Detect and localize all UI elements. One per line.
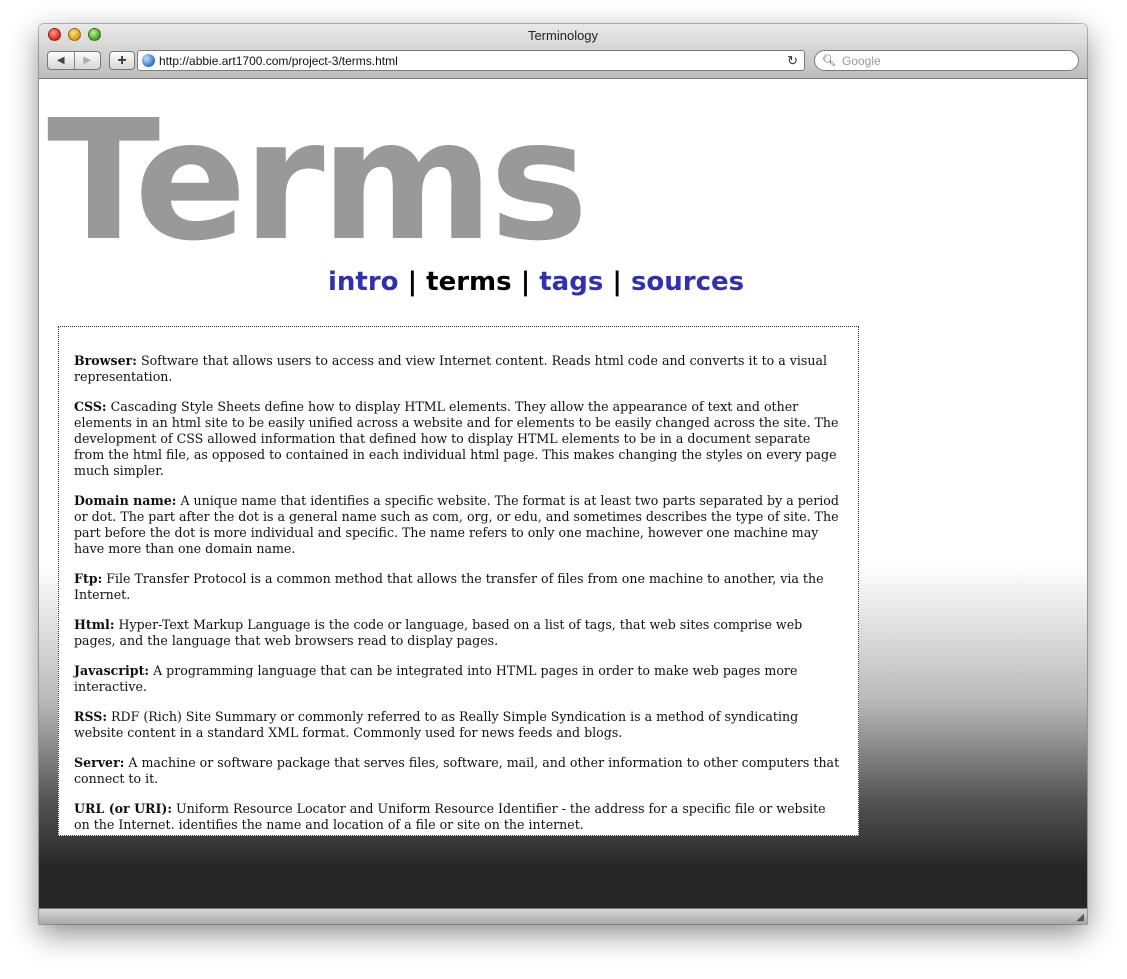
nav-link-sources[interactable]: sources bbox=[631, 267, 744, 297]
terms-list: Browser: Software that allows users to a… bbox=[58, 326, 859, 836]
term-entry: Domain name: A unique name that identifi… bbox=[74, 493, 843, 557]
nav-link-tags[interactable]: tags bbox=[539, 267, 603, 297]
add-bookmark-button[interactable]: + bbox=[109, 51, 135, 70]
title-bar: Terminology ◀ ▶ + http://abbie.art1700.c… bbox=[39, 24, 1087, 79]
term-definition: A machine or software package that serve… bbox=[74, 755, 840, 786]
status-bar: ◢ bbox=[39, 908, 1087, 924]
browser-window: Terminology ◀ ▶ + http://abbie.art1700.c… bbox=[39, 24, 1087, 924]
resize-grip-icon[interactable]: ◢ bbox=[1076, 912, 1084, 923]
term-entry: Browser: Software that allows users to a… bbox=[74, 353, 843, 385]
reload-icon[interactable]: ↻ bbox=[787, 53, 798, 69]
url-text[interactable]: http://abbie.art1700.com/project-3/terms… bbox=[159, 54, 787, 68]
term-name: Domain name: bbox=[74, 493, 177, 508]
term-entry: CSS: Cascading Style Sheets define how t… bbox=[74, 399, 843, 479]
search-bar: 🔍︎ bbox=[814, 50, 1079, 71]
nav-link-intro[interactable]: intro bbox=[328, 267, 399, 297]
term-definition: A unique name that identifies a specific… bbox=[74, 493, 839, 556]
term-name: URL (or URI): bbox=[74, 801, 173, 816]
search-input[interactable] bbox=[839, 52, 1064, 69]
page-heading: Terms bbox=[47, 85, 588, 278]
window-title: Terminology bbox=[527, 28, 599, 43]
page-content: Terms intro | terms | tags | sources Bro… bbox=[39, 79, 1087, 909]
term-name: CSS: bbox=[74, 399, 107, 414]
nav-separator: | bbox=[612, 267, 622, 297]
term-name: Ftp: bbox=[74, 571, 103, 586]
term-entry: URL (or URI): Uniform Resource Locator a… bbox=[74, 801, 843, 833]
nav-current-terms: terms bbox=[426, 267, 512, 297]
address-bar[interactable]: http://abbie.art1700.com/project-3/terms… bbox=[137, 50, 805, 71]
term-name: Server: bbox=[74, 755, 125, 770]
term-entry: Javascript: A programming language that … bbox=[74, 663, 843, 695]
term-entry: Html: Hyper-Text Markup Language is the … bbox=[74, 617, 843, 649]
term-name: Html: bbox=[74, 617, 115, 632]
term-definition: Uniform Resource Locator and Uniform Res… bbox=[74, 801, 826, 832]
term-name: Browser: bbox=[74, 353, 137, 368]
globe-icon bbox=[142, 54, 155, 67]
term-definition: File Transfer Protocol is a common metho… bbox=[74, 571, 824, 602]
term-entry: Ftp: File Transfer Protocol is a common … bbox=[74, 571, 843, 603]
site-nav: intro | terms | tags | sources bbox=[328, 267, 744, 297]
search-icon[interactable]: 🔍︎ bbox=[822, 54, 836, 67]
back-button[interactable]: ◀ bbox=[48, 52, 75, 69]
back-arrow-icon: ◀ bbox=[56, 55, 65, 66]
nav-separator: | bbox=[520, 267, 531, 297]
term-definition: Cascading Style Sheets define how to dis… bbox=[74, 399, 839, 478]
term-entry: RSS: RDF (Rich) Site Summary or commonly… bbox=[74, 709, 843, 741]
nav-separator: | bbox=[407, 267, 418, 297]
term-definition: Software that allows users to access and… bbox=[74, 353, 827, 384]
term-definition: A programming language that can be integ… bbox=[74, 663, 798, 694]
term-definition: Hyper-Text Markup Language is the code o… bbox=[74, 617, 803, 648]
term-name: Javascript: bbox=[74, 663, 150, 678]
forward-button[interactable]: ▶ bbox=[75, 52, 101, 69]
term-name: RSS: bbox=[74, 709, 108, 724]
forward-arrow-icon: ▶ bbox=[83, 55, 92, 66]
back-forward-group: ◀ ▶ bbox=[47, 51, 101, 70]
term-entry: Server: A machine or software package th… bbox=[74, 755, 843, 787]
term-definition: RDF (Rich) Site Summary or commonly refe… bbox=[74, 709, 799, 740]
